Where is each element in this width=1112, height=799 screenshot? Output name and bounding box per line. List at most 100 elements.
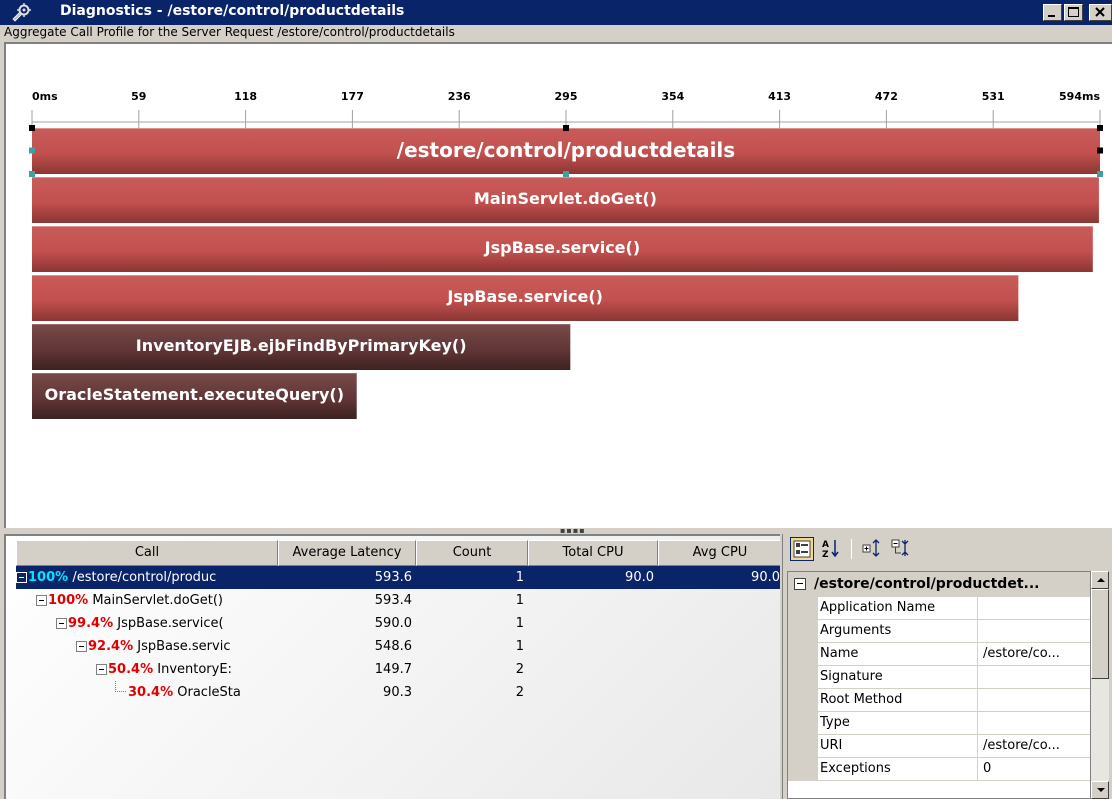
avg-cpu-cell — [658, 658, 780, 681]
table-row[interactable]: 100% MainServlet.doGet() 593.4 1 — [16, 589, 780, 612]
table-header: Call Average Latency Count Total CPU Avg… — [16, 540, 780, 566]
property-name: Root Method — [818, 689, 978, 712]
table-row[interactable]: 50.4% InventoryE: 149.7 2 — [16, 658, 780, 681]
column-header-total-cpu[interactable]: Total CPU — [528, 540, 658, 566]
property-value[interactable]: /estore/co... — [979, 735, 1090, 758]
collapse-toggle-icon[interactable] — [16, 572, 27, 583]
property-row[interactable]: Signature — [788, 666, 1090, 689]
column-header-count[interactable]: Count — [416, 540, 528, 566]
property-row[interactable]: Arguments — [788, 620, 1090, 643]
selection-handle — [29, 125, 35, 131]
total-cpu-cell — [528, 658, 658, 681]
categorized-button[interactable] — [790, 537, 814, 561]
latency-cell: 593.4 — [374, 593, 412, 608]
call-cell: 30.4% OracleSta — [16, 681, 278, 704]
call-name: InventoryE: — [157, 662, 232, 677]
categorized-view-icon — [793, 540, 811, 558]
property-value[interactable] — [979, 666, 1090, 689]
property-row[interactable]: Type — [788, 712, 1090, 735]
call-name: /estore/control/produc — [72, 570, 217, 585]
scroll-down-button[interactable] — [1091, 781, 1109, 799]
close-button[interactable] — [1089, 4, 1112, 21]
axis-tick-label: 531 — [982, 90, 1005, 103]
total-cpu-cell — [528, 589, 658, 612]
expand-all-button[interactable] — [861, 537, 885, 561]
call-cell: 92.4% JspBase.servic — [16, 635, 278, 658]
call-name: JspBase.servic — [137, 639, 231, 654]
property-grid: /estore/control/productdet... Applicatio… — [787, 571, 1091, 799]
table-row[interactable]: 100% /estore/control/produc 593.6 1 90.0… — [16, 566, 780, 589]
property-row[interactable]: Name/estore/co... — [788, 643, 1090, 666]
call-name: MainServlet.doGet() — [92, 593, 223, 608]
row-gutter — [788, 712, 818, 735]
property-row[interactable]: Application Name — [788, 597, 1090, 620]
bar-label: JspBase.service() — [446, 287, 603, 306]
collapse-toggle-icon[interactable] — [96, 664, 107, 675]
property-name: Name — [818, 643, 978, 666]
collapse-toggle-icon[interactable] — [36, 595, 47, 606]
property-grid-panel: A Z /estore/control/productdet... Applic… — [782, 534, 1112, 799]
axis-tick-label: 118 — [234, 90, 257, 103]
title-bar[interactable]: Diagnostics - /estore/control/productdet… — [0, 0, 1112, 25]
table-body: 100% /estore/control/produc 593.6 1 90.0… — [16, 566, 780, 704]
column-header-avg-cpu[interactable]: Avg CPU — [658, 540, 780, 566]
call-profile-svg: 0ms 59 118 177 236 295 354 413 472 531 594ms/estor… — [29, 90, 1103, 419]
selection-handle — [1097, 171, 1103, 177]
alphabetical-button[interactable]: A Z — [820, 537, 844, 561]
bar-label: InventoryEJB.ejbFindByPrimaryKey() — [136, 336, 467, 355]
call-name: JspBase.service( — [117, 616, 224, 631]
property-category-header[interactable]: /estore/control/productdet... — [788, 572, 1090, 597]
percent-label: 92.4% — [88, 639, 134, 654]
property-row[interactable]: URI/estore/co... — [788, 735, 1090, 758]
bar-label: /estore/control/productdetails — [397, 138, 735, 162]
call-profile-chart: 0ms 59 118 177 236 295 354 413 472 531 594ms/estor… — [4, 42, 1112, 528]
property-value[interactable] — [979, 620, 1090, 643]
minimize-button[interactable] — [1043, 4, 1062, 21]
row-gutter — [788, 643, 818, 666]
window-title: Diagnostics - /estore/control/productdet… — [60, 3, 405, 19]
toolbar-separator — [851, 539, 852, 559]
scroll-up-button[interactable] — [1091, 571, 1109, 589]
property-value[interactable] — [979, 689, 1090, 712]
avg-cpu-cell: 90.0 — [751, 570, 780, 585]
svg-text:A: A — [822, 540, 829, 550]
selection-handle — [1097, 147, 1103, 154]
request-subtitle: Aggregate Call Profile for the Server Re… — [4, 25, 455, 39]
property-value[interactable]: 0 — [979, 758, 1090, 781]
selection-handle — [563, 125, 569, 131]
column-header-average-latency[interactable]: Average Latency — [278, 540, 416, 566]
latency-cell: 149.7 — [374, 662, 412, 677]
arrow-up-icon — [1097, 578, 1105, 582]
call-cell: 99.4% JspBase.service( — [16, 612, 278, 635]
bar-label: JspBase.service() — [484, 238, 641, 257]
table-row[interactable]: 30.4% OracleSta 90.3 2 — [16, 681, 780, 704]
selection-handle — [1097, 125, 1103, 131]
maximize-button[interactable] — [1064, 4, 1083, 21]
property-name: Exceptions — [818, 758, 978, 781]
scroll-thumb[interactable] — [1091, 589, 1109, 679]
bar-label: MainServlet.doGet() — [474, 189, 657, 208]
expand-all-icon — [862, 539, 880, 557]
property-value[interactable] — [979, 597, 1090, 620]
property-row[interactable]: Root Method — [788, 689, 1090, 712]
row-gutter — [788, 735, 818, 758]
minimize-icon — [1048, 15, 1055, 17]
row-gutter — [788, 666, 818, 689]
axis-tick-label: 0ms — [32, 90, 58, 103]
collapse-all-button[interactable] — [890, 537, 914, 561]
axis-tick-label: 472 — [875, 90, 898, 103]
property-value[interactable]: /estore/co... — [979, 643, 1090, 666]
property-value[interactable] — [979, 712, 1090, 735]
property-row[interactable]: Exceptions 0 — [788, 758, 1090, 781]
row-gutter — [788, 758, 818, 781]
table-row[interactable]: 99.4% JspBase.service( 590.0 1 — [16, 612, 780, 635]
collapse-toggle-icon[interactable] — [76, 641, 87, 652]
avg-cpu-cell — [658, 612, 780, 635]
call-table: Call Average Latency Count Total CPU Avg… — [4, 534, 780, 799]
table-row[interactable]: 92.4% JspBase.servic 548.6 1 — [16, 635, 780, 658]
column-header-call[interactable]: Call — [16, 540, 278, 566]
row-gutter — [788, 597, 818, 620]
collapse-toggle-icon[interactable] — [56, 618, 67, 629]
property-scrollbar[interactable] — [1091, 571, 1109, 799]
collapse-category-icon[interactable] — [794, 578, 806, 590]
